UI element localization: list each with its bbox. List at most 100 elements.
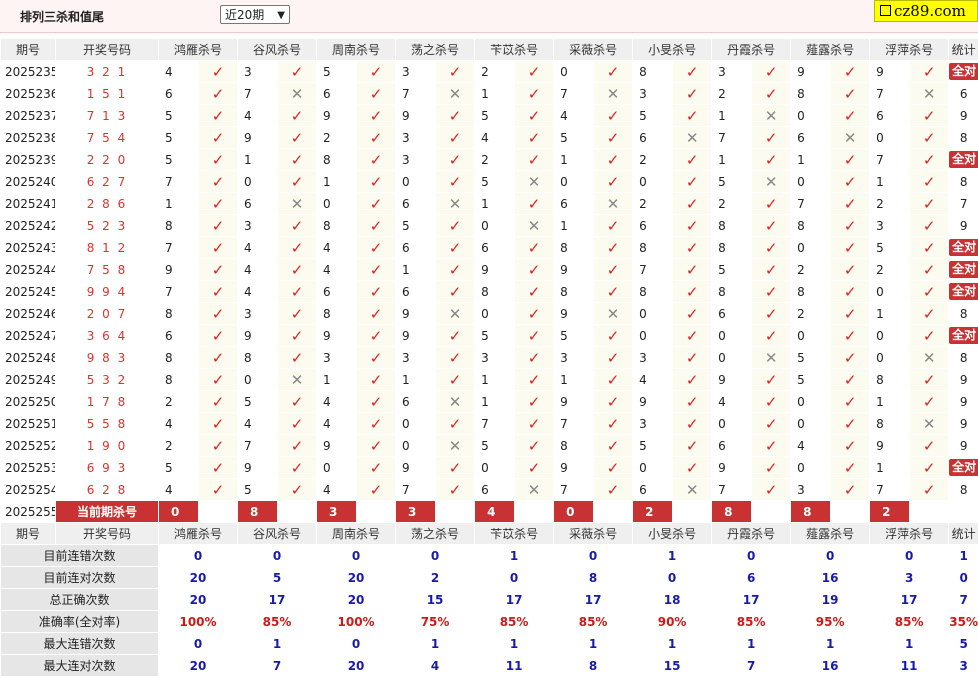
summary-row: 总正确次数201720151717181719177: [1, 589, 978, 611]
site-logo[interactable]: cz89.com: [874, 0, 978, 22]
current-kill-spacer: [357, 501, 396, 523]
check-icon: ✓: [212, 195, 225, 213]
result-correct-cell: ✓: [357, 149, 396, 171]
kill-number-cell: 0: [791, 171, 831, 193]
check-icon: ✓: [765, 195, 778, 213]
kill-number-cell: 7: [159, 281, 199, 303]
current-kill-spacer: [673, 501, 712, 523]
period-cell: 2025253: [1, 457, 56, 479]
summary-value: 100%: [317, 611, 396, 633]
summary-value: 17: [870, 589, 949, 611]
summary-value: 85%: [870, 611, 949, 633]
current-kill-number: 4: [475, 501, 515, 523]
check-icon: ✓: [528, 151, 541, 169]
result-correct-cell: ✓: [752, 127, 791, 149]
result-correct-cell: ✓: [515, 391, 554, 413]
summary-header-expert: 苄苡杀号: [475, 523, 554, 545]
check-icon: ✓: [607, 239, 620, 257]
period-cell: 2025250: [1, 391, 56, 413]
col-header-stat: 统计: [949, 39, 978, 61]
kill-number-cell: 6: [396, 391, 436, 413]
period-cell: 2025248: [1, 347, 56, 369]
draw-number-cell: 2 0 7: [56, 303, 159, 325]
summary-value: 1: [396, 633, 475, 655]
kill-number-cell: 1: [554, 369, 594, 391]
check-icon: ✓: [449, 283, 462, 301]
summary-value: 0: [475, 567, 554, 589]
current-kill-spacer: [752, 501, 791, 523]
result-wrong-cell: ✕: [910, 413, 949, 435]
kill-number-cell: 3: [870, 215, 910, 237]
draw-number-cell: 9 8 3: [56, 347, 159, 369]
check-icon: ✓: [607, 371, 620, 389]
check-icon: ✓: [923, 195, 936, 213]
result-correct-cell: ✓: [673, 105, 712, 127]
stat-cell: 全对: [949, 325, 978, 347]
result-correct-cell: ✓: [594, 369, 633, 391]
kill-number-cell: 8: [712, 237, 752, 259]
check-icon: ✓: [291, 261, 304, 279]
col-header-expert: 荡之杀号: [396, 39, 475, 61]
result-correct-cell: ✓: [673, 413, 712, 435]
summary-header-expert: 周南杀号: [317, 523, 396, 545]
result-wrong-cell: ✕: [515, 215, 554, 237]
check-icon: ✓: [844, 305, 857, 323]
summary-value: 4: [396, 655, 475, 677]
check-icon: ✓: [291, 63, 304, 81]
kill-number-cell: 3: [396, 61, 436, 83]
result-wrong-cell: ✕: [752, 105, 791, 127]
current-stat-empty: [949, 501, 978, 523]
kill-number-cell: 5: [159, 149, 199, 171]
cross-icon: ✕: [528, 481, 541, 499]
check-icon: ✓: [291, 173, 304, 191]
result-correct-cell: ✓: [357, 61, 396, 83]
kill-number-cell: 6: [712, 303, 752, 325]
period-cell: 2025241: [1, 193, 56, 215]
all-correct-badge: 全对: [949, 151, 978, 168]
table-row: 20252392 2 05✓1✓8✓3✓2✓1✓2✓1✓1✓7✓全对: [1, 149, 978, 171]
summary-label: 准确率(全对率): [1, 611, 159, 633]
kill-number-cell: 8: [554, 435, 594, 457]
result-correct-cell: ✓: [199, 193, 238, 215]
period-cell: 2025247: [1, 325, 56, 347]
result-correct-cell: ✓: [594, 259, 633, 281]
result-wrong-cell: ✕: [910, 83, 949, 105]
kill-number-cell: 8: [712, 281, 752, 303]
kill-number-cell: 6: [317, 281, 357, 303]
kill-number-cell: 7: [791, 193, 831, 215]
check-icon: ✓: [449, 349, 462, 367]
result-correct-cell: ✓: [752, 281, 791, 303]
kill-number-cell: 4: [791, 435, 831, 457]
check-icon: ✓: [370, 437, 383, 455]
summary-stat-value: 3: [949, 655, 978, 677]
check-icon: ✓: [291, 151, 304, 169]
kill-number-cell: 3: [396, 149, 436, 171]
result-correct-cell: ✓: [357, 435, 396, 457]
kill-number-cell: 8: [317, 149, 357, 171]
summary-value: 1: [475, 633, 554, 655]
kill-number-cell: 0: [396, 413, 436, 435]
table-row: 20252412 8 61✓6✕0✓6✕1✓6✕2✓2✓7✓2✓7: [1, 193, 978, 215]
kill-number-cell: 2: [317, 127, 357, 149]
kill-number-cell: 9: [554, 457, 594, 479]
check-icon: ✓: [528, 327, 541, 345]
kill-number-cell: 9: [633, 391, 673, 413]
result-correct-cell: ✓: [278, 325, 317, 347]
check-icon: ✓: [370, 195, 383, 213]
check-icon: ✓: [765, 151, 778, 169]
check-icon: ✓: [449, 217, 462, 235]
kill-number-cell: 7: [396, 479, 436, 501]
kill-number-cell: 2: [475, 149, 515, 171]
period-range-select[interactable]: 近20期 ▼: [220, 5, 290, 24]
check-icon: ✓: [923, 173, 936, 191]
result-correct-cell: ✓: [436, 215, 475, 237]
kill-number-cell: 3: [554, 347, 594, 369]
kill-number-cell: 0: [396, 171, 436, 193]
result-correct-cell: ✓: [199, 457, 238, 479]
summary-stat-value: 0: [949, 567, 978, 589]
cross-icon: ✕: [765, 349, 778, 367]
check-icon: ✓: [844, 437, 857, 455]
kill-number-cell: 0: [870, 281, 910, 303]
check-icon: ✓: [370, 85, 383, 103]
check-icon: ✓: [765, 261, 778, 279]
